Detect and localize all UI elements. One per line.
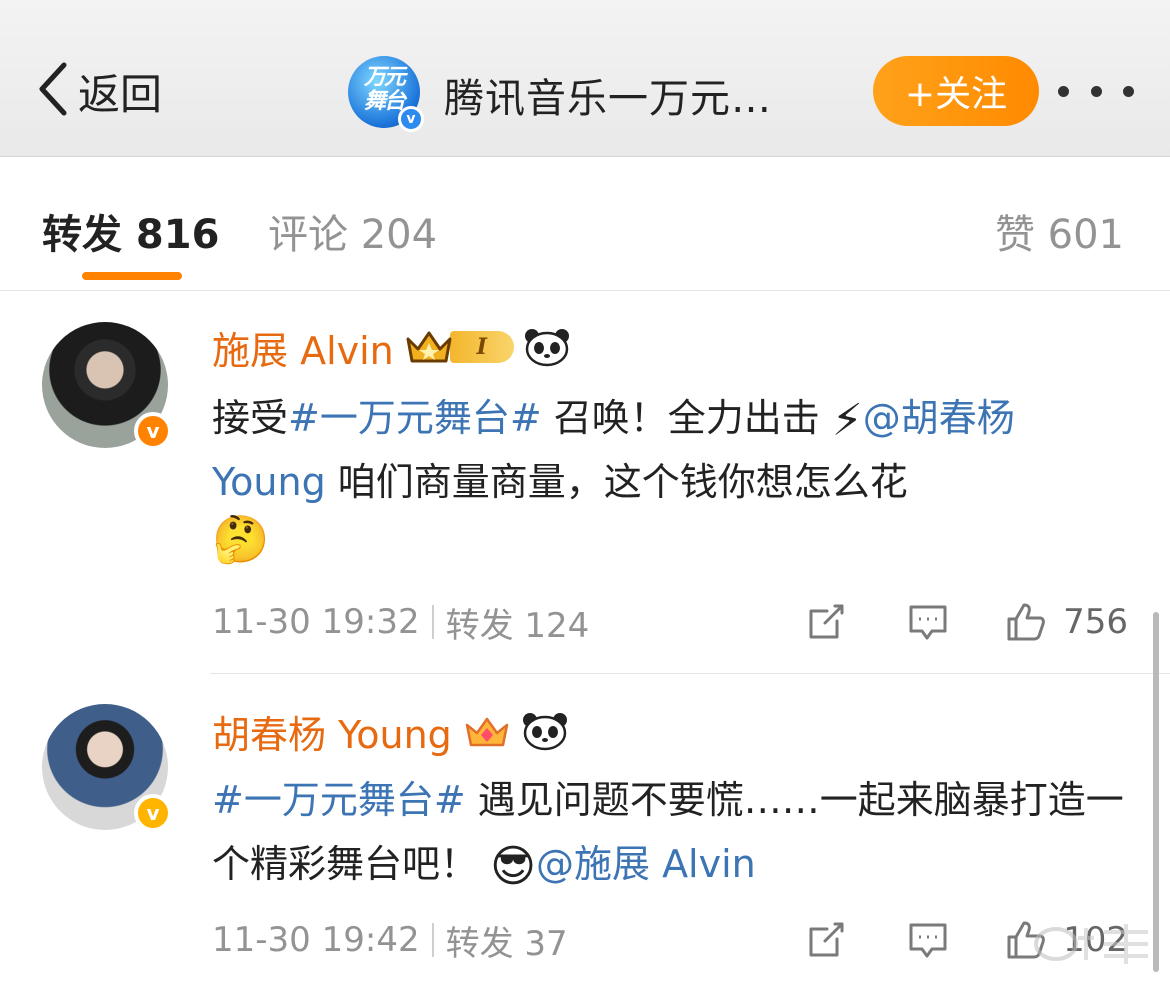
- more-icon[interactable]: [1058, 74, 1134, 108]
- crown-icon: [462, 711, 512, 751]
- post-meta: 11-30 19:32 转发 124 756: [212, 598, 1128, 646]
- comment-icon[interactable]: [907, 601, 949, 643]
- post-content: 接受#一万元舞台# 召唤！全力出击 ⚡@胡春杨 Young 咱们商量商量，这个钱…: [212, 386, 1132, 564]
- verified-icon: v: [134, 412, 172, 450]
- comment-icon[interactable]: [907, 919, 949, 961]
- mention-link[interactable]: @施展 Alvin: [536, 842, 756, 886]
- user-name[interactable]: 施展 Alvin: [212, 320, 394, 375]
- follow-button[interactable]: +关注: [873, 56, 1039, 126]
- active-tab-indicator: [82, 272, 182, 280]
- lightning-emoji: ⚡: [831, 394, 863, 446]
- divider: [431, 605, 434, 639]
- list-item: v 施展 Alvin I 接受#一万元舞台# 召唤！全力出击 ⚡@胡春杨 You…: [0, 292, 1170, 674]
- user-name[interactable]: 胡春杨 Young: [212, 704, 452, 759]
- tab-bar: 转发 816 评论 204 赞 601: [0, 158, 1170, 291]
- post-text: 接受: [212, 396, 289, 440]
- watermark-logo: [1030, 914, 1160, 970]
- share-icon[interactable]: [805, 919, 847, 961]
- avatar[interactable]: v: [42, 704, 172, 832]
- verified-icon: v: [134, 794, 172, 832]
- repost-count: 转发 37: [445, 923, 568, 964]
- account-title[interactable]: 腾讯音乐一万元…: [444, 66, 772, 124]
- panda-icon: [524, 327, 570, 367]
- list-item: v 胡春杨 Young #一万元舞台# 遇见问题不要慌……一起来脑暴打造一个精彩…: [0, 674, 1170, 981]
- level-badge: I: [449, 331, 514, 363]
- back-label: 返回: [78, 69, 163, 119]
- post-text: 咱们商量商量，这个钱你想怎么花: [325, 460, 908, 504]
- back-button[interactable]: 返回: [34, 58, 162, 124]
- thinking-emoji: 🤔: [212, 512, 270, 566]
- tab-comment[interactable]: 评论 204: [268, 202, 437, 260]
- post-time: 11-30 19:42: [212, 920, 420, 960]
- post-time: 11-30 19:32: [212, 602, 420, 642]
- divider: [431, 923, 434, 957]
- share-icon[interactable]: [805, 601, 847, 643]
- post-meta: 11-30 19:42 转发 37 102: [212, 916, 1128, 964]
- avatar[interactable]: v: [42, 322, 172, 450]
- like-icon[interactable]: [1005, 601, 1047, 643]
- chevron-left-icon: [34, 59, 72, 123]
- user-name-row: 施展 Alvin I: [212, 320, 570, 375]
- top-navigation-bar: 返回 万元舞台 v 腾讯音乐一万元… +关注: [0, 0, 1170, 157]
- verified-icon: v: [398, 106, 424, 132]
- post-actions: 756: [805, 598, 1128, 646]
- post-content: #一万元舞台# 遇见问题不要慌……一起来脑暴打造一个精彩舞台吧！ 😎@施展 Al…: [212, 768, 1132, 896]
- tab-repost[interactable]: 转发 816: [42, 202, 219, 260]
- hashtag-link[interactable]: #一万元舞台#: [212, 778, 466, 822]
- like-count: 756: [1063, 602, 1128, 642]
- user-name-row: 胡春杨 Young: [212, 704, 568, 759]
- crown-icon: [404, 327, 454, 367]
- account-avatar[interactable]: 万元舞台 v: [348, 56, 424, 132]
- sunglasses-emoji: 😎: [490, 840, 536, 892]
- repost-count: 转发 124: [445, 605, 590, 646]
- post-text: 召唤！全力出击: [541, 396, 820, 440]
- hashtag-link[interactable]: #一万元舞台#: [288, 396, 542, 440]
- panda-icon: [522, 711, 568, 751]
- tab-like[interactable]: 赞 601: [995, 202, 1124, 260]
